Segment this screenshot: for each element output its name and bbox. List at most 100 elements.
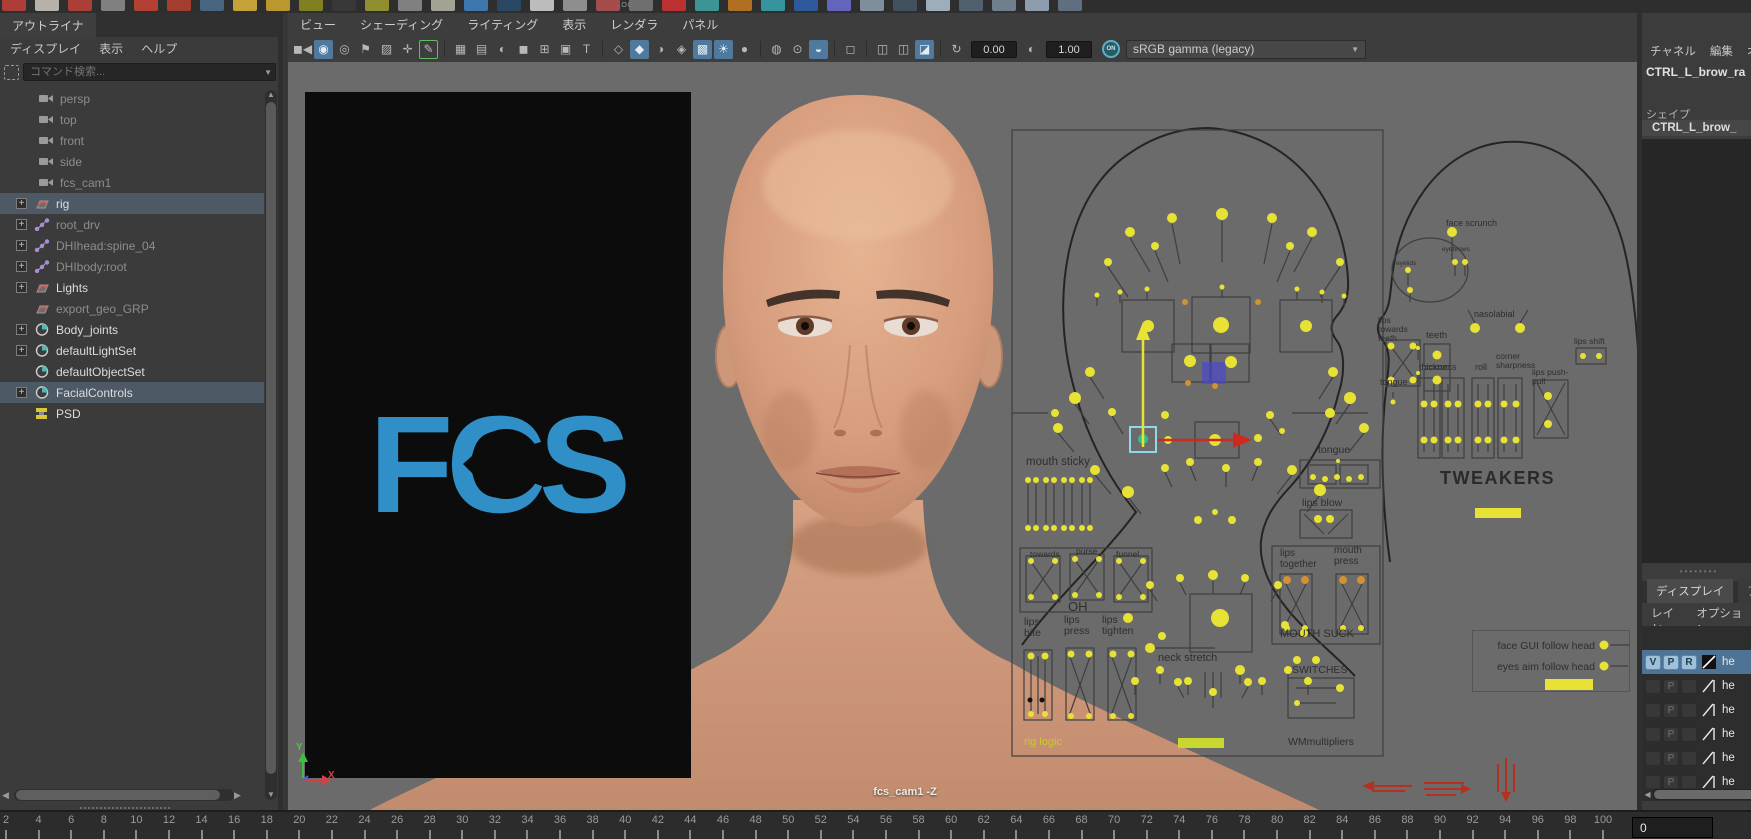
outliner-item-front[interactable]: front bbox=[0, 130, 264, 151]
gui-control-dot[interactable] bbox=[1346, 476, 1352, 482]
gui-control-dot[interactable] bbox=[1544, 392, 1552, 400]
layer-row[interactable]: Phe bbox=[1642, 746, 1751, 770]
gui-control-dot[interactable] bbox=[1357, 576, 1365, 584]
gui-control-dot[interactable] bbox=[1068, 713, 1074, 719]
outliner-vscrollbar[interactable]: ▲ ▼ bbox=[265, 90, 277, 800]
gui-control-dot[interactable] bbox=[1185, 380, 1191, 386]
default-material-icon[interactable]: ◈ bbox=[672, 40, 691, 59]
gui-control-dot[interactable] bbox=[1310, 474, 1316, 480]
outliner-item-root_drv[interactable]: +root_drv bbox=[0, 214, 264, 235]
gui-control-dot[interactable] bbox=[1051, 409, 1059, 417]
layer-playback-toggle[interactable]: P bbox=[1663, 727, 1679, 742]
layer-color-swatch[interactable] bbox=[1701, 750, 1718, 766]
outliner-item-Body_joints[interactable]: +Body_joints bbox=[0, 319, 264, 340]
shadows-icon[interactable]: ● bbox=[735, 40, 754, 59]
gui-control-dot[interactable] bbox=[1028, 698, 1033, 703]
panel-drag-handle[interactable] bbox=[80, 807, 170, 809]
gui-control-dot[interactable] bbox=[1358, 474, 1364, 480]
channel-list-area[interactable] bbox=[1642, 139, 1751, 563]
gui-control-dot[interactable] bbox=[1475, 401, 1482, 408]
expand-toggle-icon[interactable]: + bbox=[16, 387, 27, 398]
outliner-item-PSD[interactable]: PSD bbox=[0, 403, 264, 424]
shelf-icon-fragment[interactable] bbox=[629, 0, 653, 11]
gui-control-dot[interactable] bbox=[1087, 477, 1093, 483]
gui-control-dot[interactable] bbox=[1069, 477, 1075, 483]
gui-control-dot[interactable] bbox=[1452, 259, 1458, 265]
gui-control-dot[interactable] bbox=[1052, 594, 1058, 600]
gui-control-dot[interactable] bbox=[1069, 525, 1075, 531]
outliner-item-DHIhead:spine_04[interactable]: +DHIhead:spine_04 bbox=[0, 235, 264, 256]
gui-control-dot[interactable] bbox=[1322, 476, 1328, 482]
scroll-right-icon[interactable]: ▶ bbox=[234, 790, 246, 801]
gui-control-dot[interactable] bbox=[1254, 458, 1262, 466]
shelf-icon-fragment[interactable] bbox=[761, 0, 785, 11]
camera-icon[interactable]: ◼◀ bbox=[293, 40, 312, 59]
pane-splitter-dots[interactable]: •••••••• bbox=[1642, 567, 1751, 576]
shelf-icon-fragment[interactable] bbox=[431, 0, 455, 11]
shelf-icon-fragment[interactable] bbox=[563, 0, 587, 11]
gui-control-dot[interactable] bbox=[1216, 208, 1228, 220]
scroll-up-icon[interactable]: ▲ bbox=[265, 90, 277, 99]
tab-display[interactable]: ディスプレイ bbox=[1647, 579, 1733, 603]
gui-control-dot[interactable] bbox=[1244, 678, 1252, 686]
gui-control-dot[interactable] bbox=[1344, 392, 1356, 404]
gui-control-dot[interactable] bbox=[1455, 401, 1462, 408]
gui-control-dot[interactable] bbox=[1596, 353, 1602, 359]
gui-control-dot[interactable] bbox=[1211, 609, 1229, 627]
outliner-item-defaultLightSet[interactable]: +defaultLightSet bbox=[0, 340, 264, 361]
shelf-icon-fragment[interactable] bbox=[728, 0, 752, 11]
gui-control-dot[interactable] bbox=[1304, 677, 1312, 685]
gui-control-dot[interactable] bbox=[1079, 477, 1085, 483]
gui-control-dot[interactable] bbox=[1131, 677, 1139, 685]
gui-control-dot[interactable] bbox=[1087, 525, 1093, 531]
camera-attributes-icon[interactable]: ◉ bbox=[314, 40, 333, 59]
image-plane-icon[interactable]: ▨ bbox=[377, 40, 396, 59]
gui-control-dot[interactable] bbox=[1156, 666, 1164, 674]
gui-control-dot[interactable] bbox=[1325, 408, 1335, 418]
gui-control-dot[interactable] bbox=[1433, 351, 1442, 360]
tab-anim[interactable]: アニ bbox=[1738, 579, 1751, 603]
gui-control-dot[interactable] bbox=[1033, 525, 1039, 531]
selected-object-name[interactable]: CTRL_L_brow_ra bbox=[1646, 65, 1745, 79]
layer-color-swatch[interactable] bbox=[1701, 726, 1718, 742]
exposure-field[interactable]: 0.00 bbox=[971, 41, 1017, 58]
viewport-menu-panels[interactable]: パネル bbox=[682, 16, 718, 33]
outliner-filter-icon[interactable] bbox=[4, 65, 19, 80]
layer-visibility-toggle[interactable] bbox=[1645, 727, 1661, 742]
layer-reference-toggle[interactable]: R bbox=[1681, 655, 1697, 670]
gui-control-dot[interactable] bbox=[1326, 515, 1334, 523]
shelf-icon-fragment[interactable] bbox=[101, 0, 125, 11]
gui-control-dot[interactable] bbox=[1339, 576, 1347, 584]
layer-reference-toggle[interactable] bbox=[1681, 703, 1697, 718]
gui-control-dot[interactable] bbox=[1043, 525, 1049, 531]
xray-icon[interactable]: ◪ bbox=[915, 40, 934, 59]
expand-toggle-icon[interactable]: + bbox=[16, 261, 27, 272]
outliner-item-export_geo_GRP[interactable]: export_geo_GRP bbox=[0, 298, 264, 319]
shelf-icon-fragment[interactable] bbox=[926, 0, 950, 11]
layer-reference-toggle[interactable] bbox=[1681, 775, 1697, 789]
outliner-item-defaultObjectSet[interactable]: defaultObjectSet bbox=[0, 361, 264, 382]
gui-control-dot[interactable] bbox=[1266, 411, 1274, 419]
gui-control-dot[interactable] bbox=[1421, 401, 1428, 408]
gui-control-dot[interactable] bbox=[1431, 437, 1438, 444]
gui-control-dot[interactable] bbox=[1336, 459, 1340, 463]
multisample-icon[interactable]: ◒ bbox=[809, 40, 828, 59]
gui-control-dot[interactable] bbox=[1176, 574, 1184, 582]
outliner-item-fcs_cam1[interactable]: fcs_cam1 bbox=[0, 172, 264, 193]
expand-toggle-icon[interactable]: + bbox=[16, 345, 27, 356]
shelf-icon-fragment[interactable] bbox=[1025, 0, 1049, 11]
shelf-icon-fragment[interactable] bbox=[68, 0, 92, 11]
shelf-icon-fragment[interactable] bbox=[365, 0, 389, 11]
grid-icon[interactable]: ▦ bbox=[451, 40, 470, 59]
gui-control-dot[interactable] bbox=[1286, 242, 1294, 250]
gui-control-dot[interactable] bbox=[1140, 594, 1146, 600]
gui-control-dot[interactable] bbox=[1072, 592, 1078, 598]
gui-control-dot[interactable] bbox=[1300, 320, 1312, 332]
gui-control-dot[interactable] bbox=[1320, 290, 1325, 295]
layer-row[interactable]: Phe bbox=[1642, 770, 1751, 788]
shade-textured-icon[interactable]: ◑ bbox=[651, 40, 670, 59]
field-chart-icon[interactable]: ⊞ bbox=[535, 40, 554, 59]
gui-control-dot[interactable] bbox=[1294, 700, 1300, 706]
shelf-icon-fragment[interactable] bbox=[35, 0, 59, 11]
gui-control-dot[interactable] bbox=[1095, 293, 1100, 298]
